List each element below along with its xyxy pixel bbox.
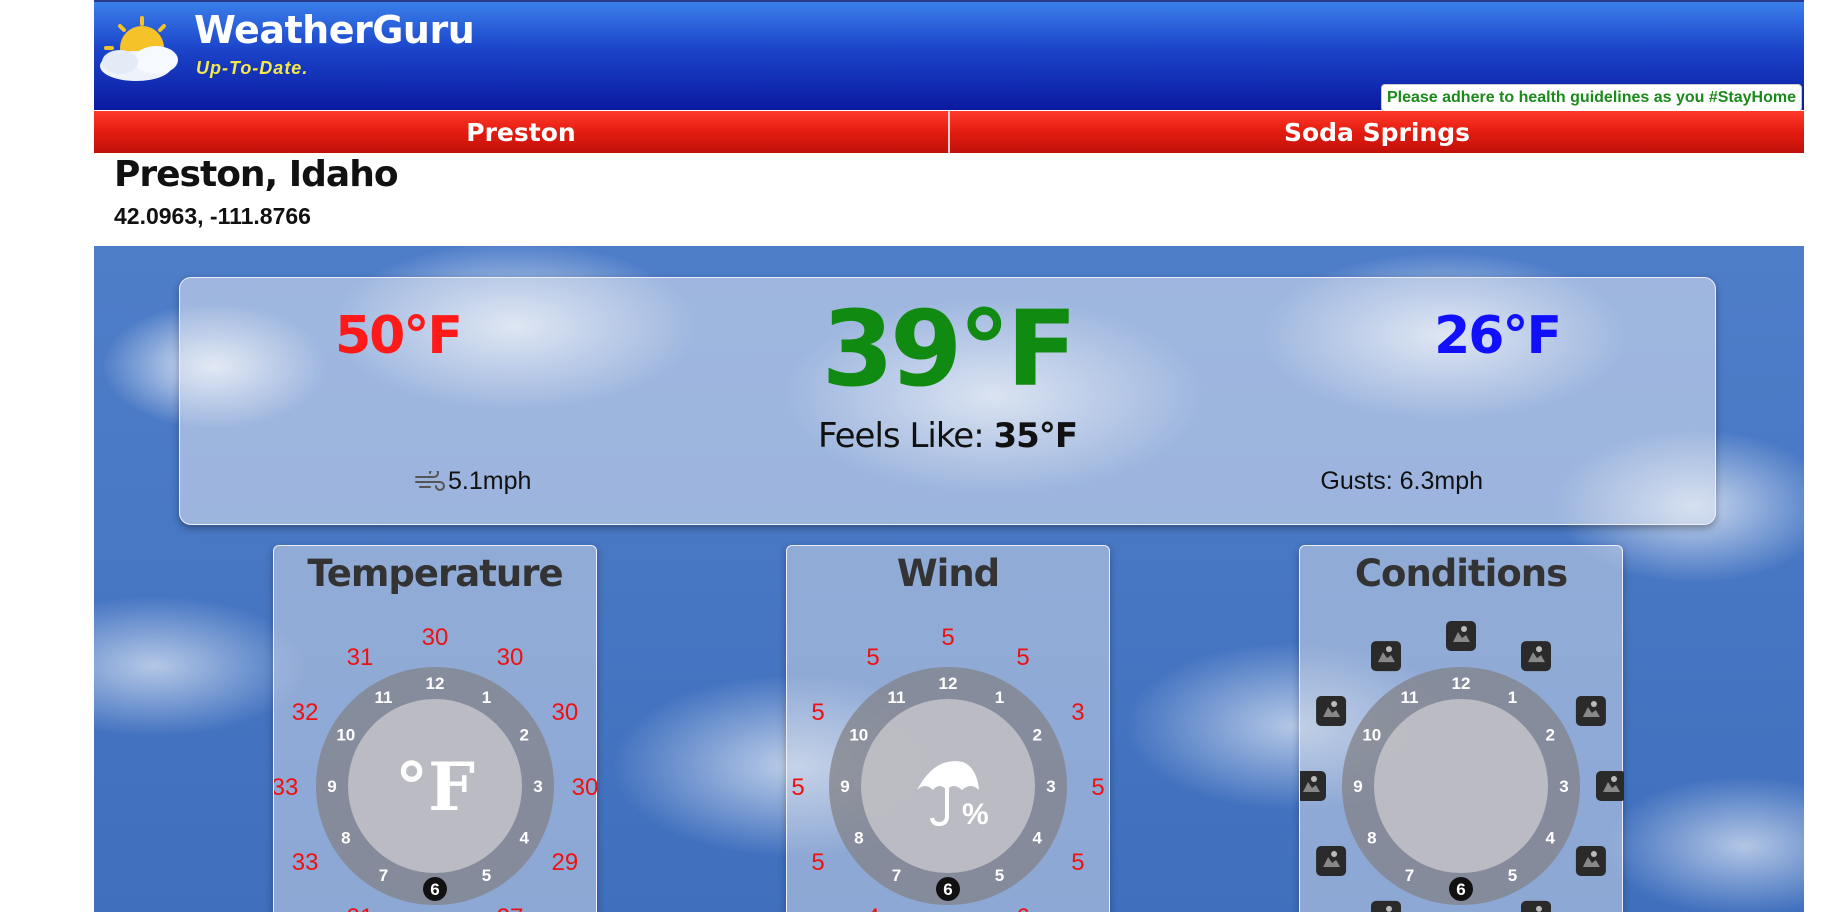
clock-hour-2: 2 (1032, 726, 1041, 745)
clock-hour-10: 10 (1362, 726, 1381, 745)
wind-hour-value: 5 (1016, 644, 1029, 671)
clock-hour-12: 12 (426, 674, 445, 693)
clock-hour-11: 11 (375, 688, 393, 707)
wind-speed-value: 5.1mph (448, 467, 532, 495)
condition-icon[interactable] (1575, 696, 1606, 726)
current-conditions-panel: 50°F 39°F 26°F Feels Like: 35°F 5.1mph G… (179, 277, 1716, 525)
condition-icon[interactable] (1371, 641, 1401, 672)
conditions-card[interactable]: Conditions 12 1 2 3 4 5 6 7 8 9 10 11 (1299, 545, 1624, 912)
conditions-clock: 121234567891011 (1300, 621, 1624, 912)
clock-hour-1: 1 (482, 688, 491, 707)
site-header: WeatherGuru Up-To-Date. Please adhere to… (94, 0, 1804, 112)
wind-hour-value: 5 (1071, 849, 1084, 876)
temperature-hour-value: 32 (292, 699, 319, 726)
wind-card[interactable]: Wind % 12515233545566748595105115 (786, 545, 1110, 912)
wind-hour-value: 5 (811, 849, 824, 876)
clock-hour-3: 3 (533, 777, 542, 796)
clock-hour-6: 6 (1456, 880, 1465, 899)
wind-hour-value: 5 (811, 699, 824, 726)
feels-like-label: Feels Like: (817, 416, 985, 456)
condition-icon[interactable] (1316, 846, 1347, 876)
clock-hour-7: 7 (1405, 866, 1414, 885)
location-coordinates: 42.0963, -111.8766 (114, 203, 311, 229)
temperature-hour-value: 30 (572, 774, 598, 801)
fahrenheit-icon: °F (395, 748, 475, 826)
clock-hour-5: 5 (995, 866, 1004, 885)
temperature-hour-value: 29 (552, 849, 579, 876)
tab-soda-springs[interactable]: Soda Springs (948, 111, 1804, 153)
wind-gusts: Gusts: 6.3mph (1320, 467, 1483, 495)
clock-hour-10: 10 (336, 726, 355, 745)
clock-hour-9: 9 (840, 777, 849, 796)
clock-hour-5: 5 (1508, 866, 1517, 885)
feels-like: Feels Like: 35°F (180, 416, 1715, 456)
clock-hour-2: 2 (1545, 726, 1554, 745)
condition-icon[interactable] (1521, 641, 1551, 672)
condition-icon[interactable] (1521, 900, 1551, 912)
clock-hour-9: 9 (1353, 777, 1362, 796)
temperature-hour-value: 33 (292, 849, 319, 876)
brand-name[interactable]: WeatherGuru (194, 8, 475, 52)
location-nav: Preston Soda Springs (94, 111, 1804, 153)
condition-icon[interactable] (1371, 900, 1401, 912)
wind-hour-value: 5 (1091, 774, 1104, 801)
tab-preston[interactable]: Preston (94, 111, 948, 153)
clock-hour-11: 11 (888, 688, 906, 707)
temperature-card[interactable]: Temperature °F 1230130230330429527673183… (273, 545, 598, 912)
condition-icon[interactable] (1446, 621, 1476, 651)
clock-hour-2: 2 (519, 726, 528, 745)
temperature-clock: °F 1230130230330429527673183393310321131 (274, 624, 598, 912)
sky-background: 50°F 39°F 26°F Feels Like: 35°F 5.1mph G… (94, 246, 1804, 912)
feels-like-value: 35°F (993, 416, 1079, 456)
page: WeatherGuru Up-To-Date. Please adhere to… (94, 0, 1804, 912)
clock-hour-12: 12 (939, 674, 958, 693)
wind-icon (415, 470, 445, 491)
wind-hour-value: 5 (941, 624, 954, 651)
wind-hour-value: 6 (1016, 904, 1029, 912)
clock-hour-8: 8 (854, 829, 863, 848)
wind-hour-value: 3 (1071, 699, 1084, 726)
condition-icon[interactable] (1316, 696, 1347, 726)
clock-hour-11: 11 (1401, 688, 1419, 707)
temperature-hour-value: 33 (274, 774, 298, 801)
temperature-hour-value: 31 (347, 904, 374, 912)
tagline: Up-To-Date. (196, 58, 309, 78)
wind-speed: 5.1mph (414, 467, 531, 496)
wind-hour-value: 5 (791, 774, 804, 801)
clock-hour-9: 9 (327, 777, 336, 796)
temperature-hour-value: 30 (552, 699, 579, 726)
clock-hour-3: 3 (1046, 777, 1055, 796)
condition-icon[interactable] (1596, 771, 1624, 801)
temperature-hour-value: 27 (497, 904, 524, 912)
clock-hour-8: 8 (341, 829, 350, 848)
clock-hour-1: 1 (995, 688, 1004, 707)
wind-hour-value: 5 (866, 644, 879, 671)
clock-hour-12: 12 (1452, 674, 1471, 693)
clock-hour-4: 4 (1545, 829, 1555, 848)
clock-hour-4: 4 (1032, 829, 1042, 848)
condition-icon[interactable] (1300, 771, 1326, 801)
clock-hour-10: 10 (849, 726, 868, 745)
clock-hour-8: 8 (1367, 829, 1376, 848)
clock-hour-1: 1 (1508, 688, 1517, 707)
clock-hour-5: 5 (482, 866, 491, 885)
clock-hour-7: 7 (892, 866, 901, 885)
clock-hour-4: 4 (519, 829, 529, 848)
low-temp: 26°F (1434, 306, 1562, 366)
clock-hour-7: 7 (379, 866, 388, 885)
location-name: Preston, Idaho (114, 154, 399, 195)
condition-icon[interactable] (1575, 846, 1606, 876)
temperature-hour-value: 30 (422, 624, 449, 651)
precip-percent-label: % (962, 798, 989, 831)
wind-clock: % 12515233545566748595105115 (791, 624, 1104, 912)
temperature-hour-value: 30 (497, 644, 524, 671)
wind-hour-value: 4 (866, 904, 879, 912)
health-notice: Please adhere to health guidelines as yo… (1380, 84, 1802, 112)
clock-hour-6: 6 (430, 880, 439, 899)
temperature-hour-value: 31 (347, 644, 374, 671)
clock-hour-6: 6 (943, 880, 952, 899)
weather-logo-icon (100, 16, 178, 81)
clock-hour-3: 3 (1559, 777, 1568, 796)
